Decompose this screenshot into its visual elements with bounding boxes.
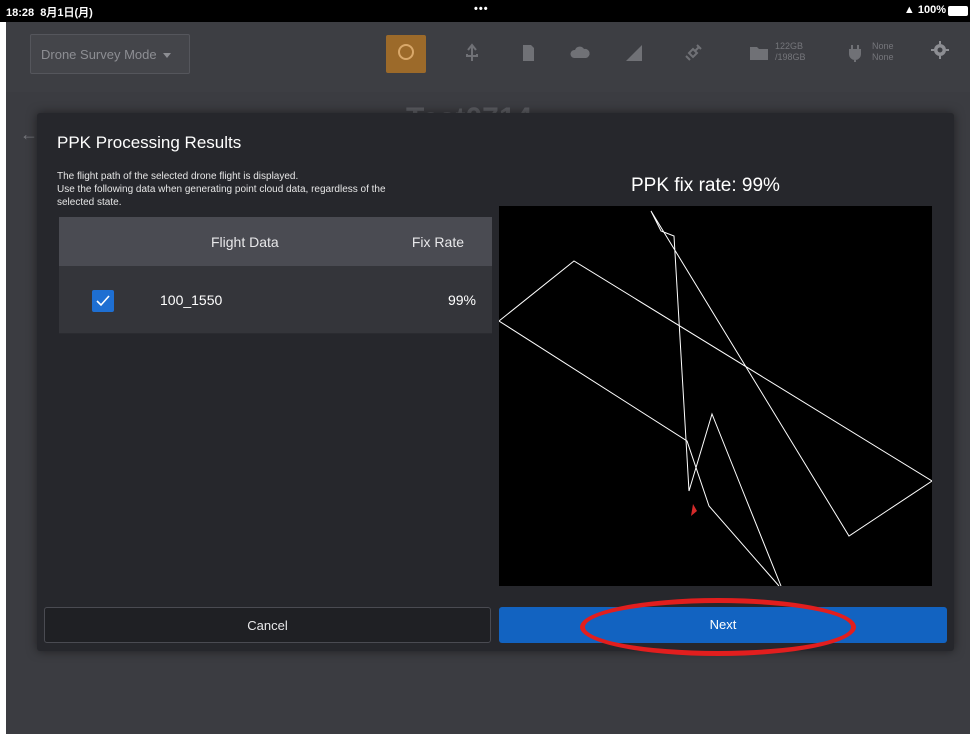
status-right: ▲ 100% — [904, 4, 946, 16]
power-plug-icon[interactable] — [844, 42, 866, 64]
description-line: selected state. — [57, 197, 122, 208]
home-point-marker — [691, 504, 697, 516]
status-time: 18:28 8月1日(月) — [6, 4, 93, 20]
storage-info: 122GB /198GB — [775, 41, 806, 63]
power-line2: None — [872, 52, 894, 62]
fix-rate-title: PPK fix rate: 99% — [631, 175, 780, 196]
mode-select[interactable]: Drone Survey Mode — [30, 34, 190, 74]
flight-data-cell: 100_1550 — [160, 292, 223, 308]
row-checkbox[interactable] — [92, 290, 114, 312]
signal-icon[interactable] — [623, 42, 645, 64]
back-arrow-icon[interactable]: ← — [20, 124, 38, 145]
dialog-title: PPK Processing Results — [57, 133, 242, 152]
column-header-flight-data: Flight Data — [211, 234, 279, 250]
description-line: The flight path of the selected drone fl… — [57, 171, 299, 182]
cancel-button[interactable]: Cancel — [44, 607, 491, 643]
multitask-dots[interactable]: ••• — [474, 3, 489, 15]
column-header-fix-rate: Fix Rate — [411, 234, 464, 250]
storage-used: 122GB — [775, 41, 804, 51]
dialog-description: The flight path of the selected drone fl… — [57, 170, 497, 209]
checkmark-icon — [96, 295, 110, 307]
fix-rate-cell: 99% — [447, 292, 476, 308]
next-highlight-ellipse — [580, 598, 856, 656]
wifi-icon: ▲ — [903, 4, 915, 16]
status-bar: 18:28 8月1日(月) ••• ▲ 100% — [0, 0, 970, 22]
status-date: 8月1日(月) — [40, 7, 93, 19]
caret-down-icon — [162, 53, 171, 59]
gear-icon[interactable] — [930, 40, 950, 60]
table-header: Flight Data Fix Rate — [59, 217, 492, 266]
power-line1: None — [872, 41, 894, 51]
flight-path-plot — [499, 206, 932, 586]
timer-icon — [398, 44, 414, 60]
cloud-icon[interactable] — [569, 42, 591, 64]
flight-path-line — [499, 210, 932, 586]
satellite-icon[interactable] — [682, 42, 704, 64]
battery-icon — [948, 6, 968, 16]
flight-data-table: Flight Data Fix Rate 100_1550 99% — [59, 217, 492, 334]
storage-total: /198GB — [775, 52, 806, 62]
battery-percent: 100% — [917, 4, 946, 16]
status-time-text: 18:28 — [6, 7, 35, 19]
gnss-status-button[interactable] — [386, 35, 426, 73]
table-row[interactable]: 100_1550 99% — [59, 266, 492, 334]
mode-select-label: Drone Survey Mode — [41, 47, 157, 62]
power-info: None None — [872, 41, 894, 63]
usb-icon[interactable] — [461, 42, 483, 64]
description-line: Use the following data when generating p… — [57, 184, 386, 195]
ppk-results-dialog: PPK Processing Results The flight path o… — [37, 113, 954, 651]
toolbar: Drone Survey Mode 122GB /198GB None None — [6, 22, 970, 92]
folder-icon[interactable] — [748, 42, 770, 64]
sd-card-icon[interactable] — [517, 42, 539, 64]
